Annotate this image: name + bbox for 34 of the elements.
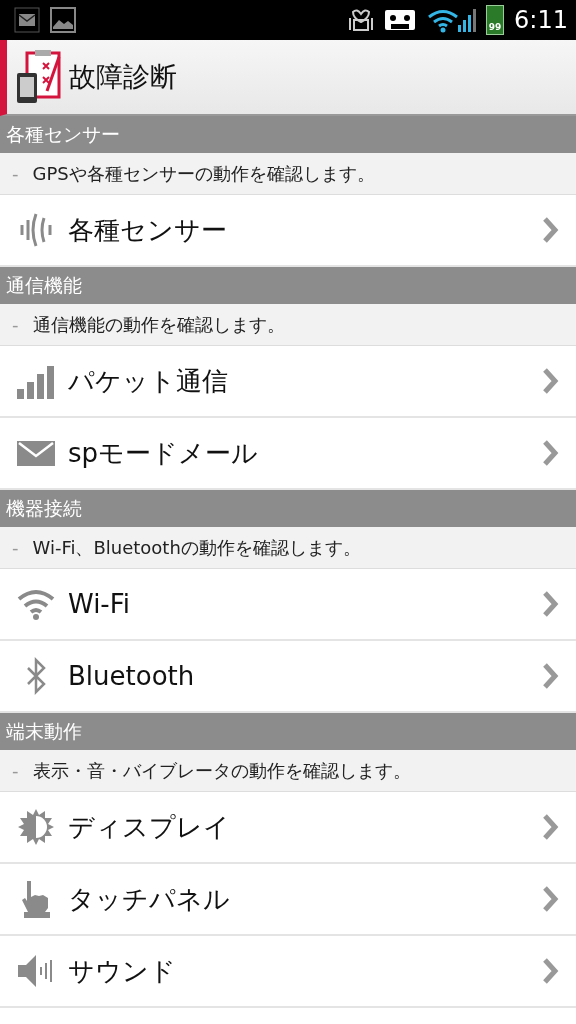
- section-header: 端末動作: [0, 713, 576, 750]
- chevron-right-icon: [540, 957, 560, 985]
- section-header: 各種センサー: [0, 116, 576, 153]
- image-icon: [50, 7, 76, 33]
- section-description: 表示・音・バイブレータの動作を確認します。: [32, 758, 411, 783]
- menu-item[interactable]: パケット通信: [0, 346, 576, 418]
- chevron-right-icon: [540, 216, 560, 244]
- section-header: 通信機能: [0, 267, 576, 304]
- dash-mark: -: [12, 314, 19, 335]
- dash-mark: -: [12, 537, 19, 558]
- menu-item[interactable]: ディスプレイ: [0, 792, 576, 864]
- battery-level: 99: [487, 22, 503, 32]
- chevron-right-icon: [540, 662, 560, 690]
- section-description: 通信機能の動作を確認します。: [32, 312, 285, 337]
- clock: 6:11: [514, 6, 568, 34]
- robot-icon: [348, 6, 375, 34]
- app-title: 故障診断: [69, 60, 177, 94]
- dash-mark: -: [12, 760, 19, 781]
- chevron-right-icon: [540, 590, 560, 618]
- section-description: GPSや各種センサーの動作を確認します。: [32, 161, 375, 186]
- chevron-right-icon: [540, 813, 560, 841]
- chevron-right-icon: [540, 367, 560, 395]
- section-description: Wi-Fi、Bluetoothの動作を確認します。: [32, 535, 361, 560]
- cassette-icon: [384, 8, 417, 32]
- chevron-right-icon: [540, 885, 560, 913]
- wifi-signal-icon: [426, 7, 477, 33]
- menu-item[interactable]: サウンド: [0, 936, 576, 1008]
- dash-mark: -: [12, 163, 19, 184]
- menu-item[interactable]: Wi-Fi: [0, 569, 576, 641]
- envelope-icon: [14, 7, 40, 33]
- brightness-icon: [16, 807, 56, 847]
- section-header: 機器接続: [0, 490, 576, 527]
- chevron-right-icon: [540, 439, 560, 467]
- menu-item[interactable]: タッチパネル: [0, 864, 576, 936]
